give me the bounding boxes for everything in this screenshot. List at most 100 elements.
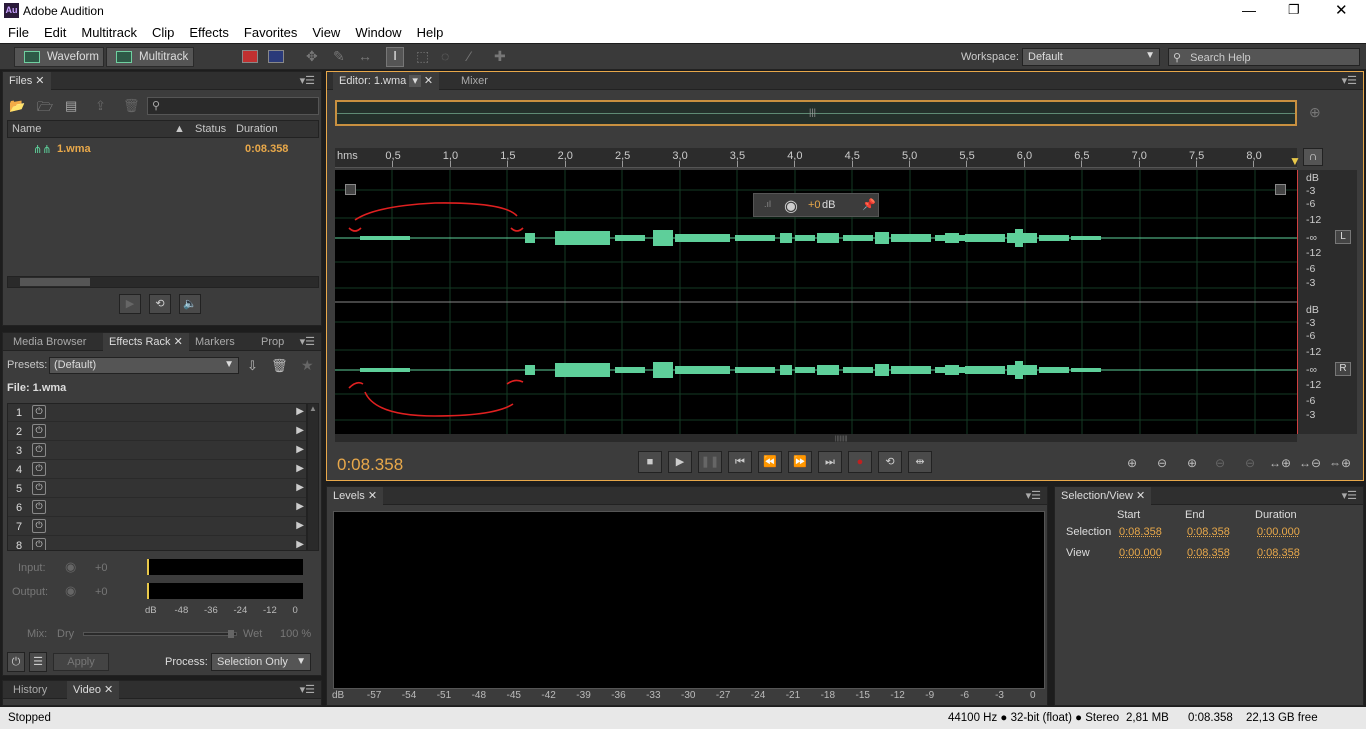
slip-tool-icon[interactable]: ↔ (358, 48, 372, 64)
tab-levels[interactable]: Levels ✕ (327, 487, 384, 505)
process-select[interactable]: Selection Only ▼ (211, 653, 311, 671)
power-icon[interactable]: ⏻ (7, 652, 25, 672)
power-icon[interactable]: ⏻ (32, 424, 46, 438)
channel-r-button[interactable]: R (1335, 362, 1351, 376)
snap-icon[interactable]: ∩ (1303, 148, 1323, 166)
col-name[interactable]: Name (12, 123, 41, 135)
tab-properties[interactable]: Prop (255, 333, 290, 351)
zoom-in-amplitude-icon[interactable]: ⊕ (1120, 456, 1144, 472)
delete-preset-icon[interactable]: 🗑 (271, 358, 288, 374)
razor-tool-icon[interactable]: ✎ (333, 48, 345, 65)
menu-clip[interactable]: Clip (144, 22, 181, 40)
power-icon[interactable]: ⏻ (32, 519, 46, 533)
loop-preview-button[interactable]: ⟲ (149, 294, 171, 314)
pause-button[interactable]: ❚❚ (698, 451, 722, 473)
selection-duration[interactable]: 0:00.000 (1257, 526, 1300, 538)
zoom-out-amplitude-icon[interactable]: ⊖ (1150, 456, 1174, 472)
files-search-input[interactable]: ⚲ (147, 97, 319, 115)
view-end[interactable]: 0:08.358 (1187, 547, 1230, 559)
pin-icon[interactable]: 📌 (862, 198, 876, 211)
tab-selection-view[interactable]: Selection/View ✕ (1055, 487, 1152, 505)
expand-arrow-icon[interactable]: ▶ (296, 520, 304, 531)
selection-start[interactable]: 0:08.358 (1119, 526, 1162, 538)
skip-selection-button[interactable]: ⇹ (908, 451, 932, 473)
effect-slot[interactable]: 5 ⏻ ▶ (8, 480, 306, 498)
expand-arrow-icon[interactable]: ▶ (296, 482, 304, 493)
loop-button[interactable]: ⟲ (878, 451, 902, 473)
skip-start-button[interactable]: ⏮ (728, 451, 752, 473)
multitrack-button[interactable]: Multitrack (106, 47, 194, 67)
pitch-icon[interactable] (268, 50, 284, 63)
power-icon[interactable]: ⏻ (32, 443, 46, 457)
volume-knob-icon[interactable]: ◉ (784, 196, 798, 216)
channel-l-button[interactable]: L (1335, 230, 1351, 244)
mix-slider[interactable] (83, 630, 237, 638)
menu-view[interactable]: View (304, 22, 347, 40)
save-preset-icon[interactable]: ⇩ (247, 358, 258, 374)
col-duration[interactable]: Duration (236, 123, 278, 135)
input-value[interactable]: +0 (95, 562, 108, 574)
tab-video[interactable]: Video ✕ (67, 681, 120, 699)
power-icon[interactable]: ⏻ (32, 405, 46, 419)
open-folder-icon[interactable]: 📂 (9, 98, 25, 114)
view-start[interactable]: 0:00.000 (1119, 547, 1162, 559)
zoom-out-point-icon[interactable]: ↔⊖ (1298, 456, 1322, 472)
zoom-out-time-icon[interactable]: ⊖ (1208, 456, 1232, 472)
skip-end-button[interactable]: ⏭ (818, 451, 842, 473)
effect-slot[interactable]: 2 ⏻ ▶ (8, 423, 306, 441)
slots-vscrollbar[interactable]: ▲ (307, 403, 319, 551)
tab-effects-rack[interactable]: Effects Rack ✕ (103, 333, 189, 351)
effect-slot[interactable]: 1 ⏻ ▶ (8, 404, 306, 422)
panel-menu-icon[interactable]: ▾☰ (1026, 489, 1041, 502)
power-icon[interactable]: ⏻ (32, 500, 46, 514)
menu-effects[interactable]: Effects (181, 22, 236, 40)
play-preview-button[interactable]: ▶ (119, 294, 141, 314)
play-button[interactable]: ▶ (668, 451, 692, 473)
expand-arrow-icon[interactable]: ▶ (296, 444, 304, 455)
waveform-button[interactable]: Waveform (14, 47, 104, 67)
power-icon[interactable]: ⏻ (32, 462, 46, 476)
zoom-in-time-icon[interactable]: ⊕ (1180, 456, 1204, 472)
panel-menu-icon[interactable]: ▾☰ (1342, 489, 1357, 502)
tab-media-browser[interactable]: Media Browser (7, 333, 92, 351)
panel-menu-icon[interactable]: ▾☰ (300, 74, 315, 87)
expand-arrow-icon[interactable]: ▶ (296, 501, 304, 512)
selection-end[interactable]: 0:08.358 (1187, 526, 1230, 538)
stop-button[interactable]: ■ (638, 451, 662, 473)
list-icon[interactable]: ☰ (29, 652, 47, 672)
power-icon[interactable]: ⏻ (32, 538, 46, 550)
rewind-button[interactable]: ⏪ (758, 451, 782, 473)
panel-menu-icon[interactable]: ▾☰ (300, 683, 315, 696)
healing-tool-icon[interactable]: ✚ (494, 48, 506, 65)
effect-slot[interactable]: 8 ⏻ ▶ (8, 537, 306, 550)
move-tool-icon[interactable]: ✥ (306, 48, 318, 65)
presets-select[interactable]: (Default) ▼ (49, 357, 239, 374)
menu-window[interactable]: Window (347, 22, 408, 40)
effect-slot[interactable]: 7 ⏻ ▶ (8, 518, 306, 536)
tab-history[interactable]: History (7, 681, 53, 699)
menu-help[interactable]: Help (409, 22, 451, 40)
menu-favorites[interactable]: Favorites (236, 22, 304, 40)
time-ruler[interactable]: hms 0,5 1,0 1,5 2,0 2,5 3,0 3,5 4,0 4,5 5,0 5,5 6,0… (335, 148, 1297, 168)
close-icon[interactable]: ✕ (1335, 1, 1348, 19)
expand-arrow-icon[interactable]: ▶ (296, 463, 304, 474)
view-duration[interactable]: 0:08.358 (1257, 547, 1300, 559)
spectral-icon[interactable] (242, 50, 258, 63)
marquee-tool-icon[interactable]: ⬚ (416, 48, 429, 65)
fade-in-handle-icon[interactable] (345, 184, 356, 195)
import-icon[interactable]: 🗁 (37, 98, 53, 120)
col-status[interactable]: Status (195, 123, 226, 135)
output-knob-icon[interactable]: ◉ (65, 583, 76, 599)
effect-slot[interactable]: 6 ⏻ ▶ (8, 499, 306, 517)
search-help-input[interactable]: ⚲ Search Help (1168, 48, 1360, 66)
playhead-marker-icon[interactable]: ▼ (1289, 154, 1301, 168)
expand-arrow-icon[interactable]: ▶ (296, 406, 304, 417)
zoom-selection-icon[interactable]: ⇔⊕ (1328, 456, 1352, 472)
menu-multitrack[interactable]: Multitrack (73, 22, 144, 40)
tab-markers[interactable]: Markers (189, 333, 241, 351)
maximize-icon[interactable]: ❐ (1288, 2, 1300, 18)
autoplay-button[interactable]: 🔈 (179, 294, 201, 314)
brush-tool-icon[interactable]: ⁄ (468, 48, 470, 64)
output-value[interactable]: +0 (95, 586, 108, 598)
favorite-icon[interactable]: ★ (301, 357, 314, 374)
